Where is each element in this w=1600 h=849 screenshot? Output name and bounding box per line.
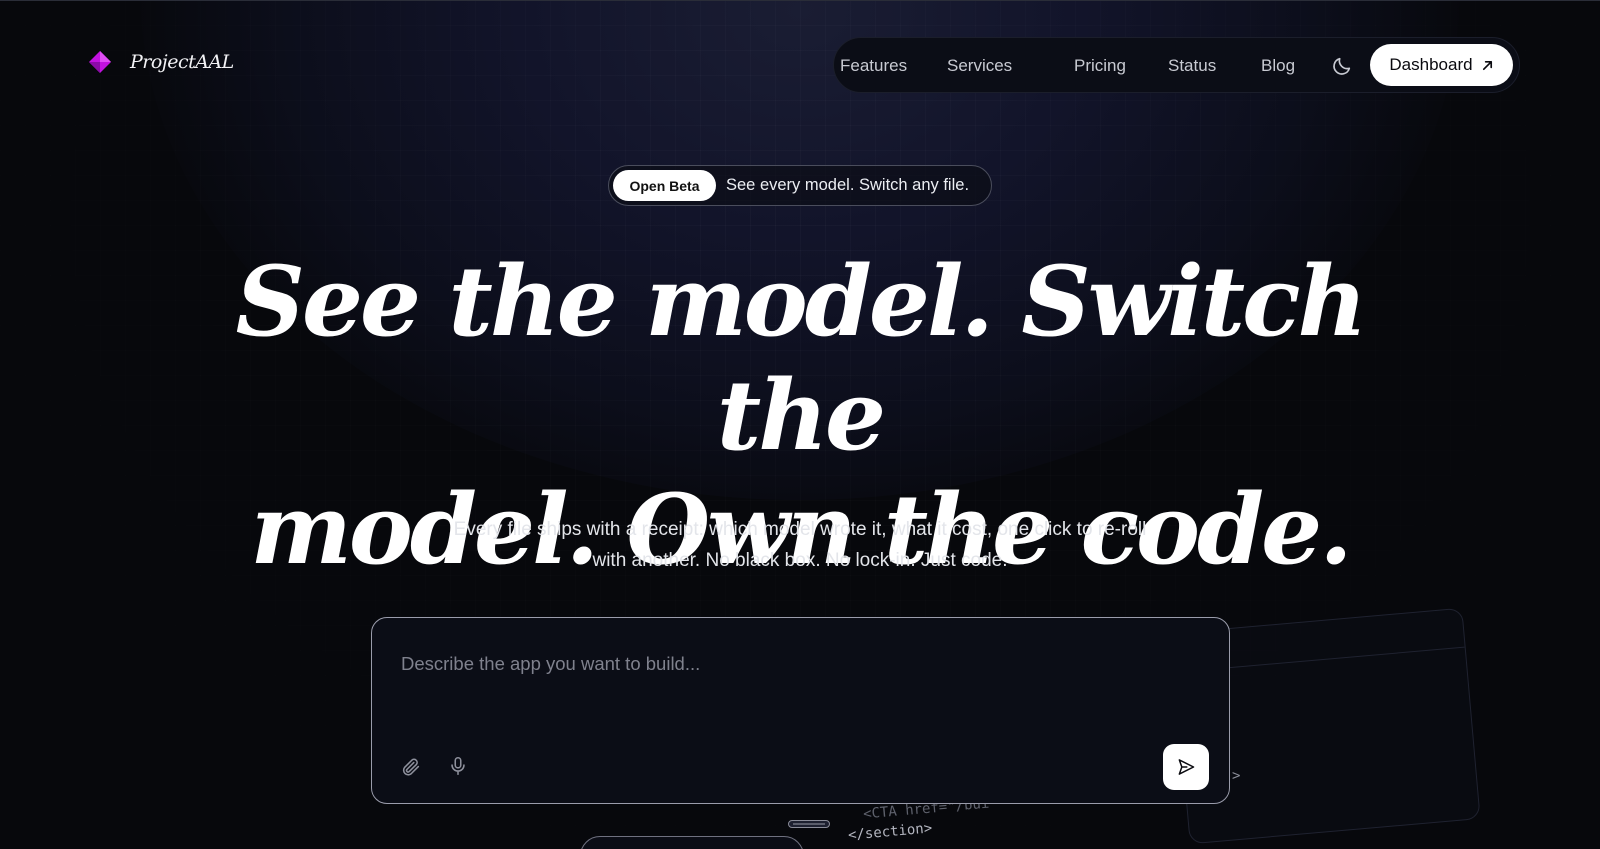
hero-line-1: See the model. Switch the bbox=[235, 245, 1368, 472]
prompt-box bbox=[371, 617, 1230, 804]
send-icon bbox=[1178, 759, 1195, 775]
subtitle-line-1: Every file ships with a receipt: which m… bbox=[453, 519, 1147, 540]
announcement-badge[interactable]: Open Beta See every model. Switch any fi… bbox=[608, 165, 992, 206]
send-button[interactable] bbox=[1163, 744, 1209, 790]
nav-link-pricing[interactable]: Pricing bbox=[1074, 56, 1126, 76]
prompt-input[interactable] bbox=[401, 644, 1181, 684]
beta-pill: Open Beta bbox=[613, 170, 716, 201]
badge-text: See every model. Switch any file. bbox=[726, 176, 970, 194]
top-nav: Features Services Pricing Status Blog Da… bbox=[833, 37, 1520, 93]
nav-link-blog[interactable]: Blog bbox=[1261, 56, 1295, 76]
nav-link-features[interactable]: Features bbox=[840, 56, 907, 76]
moon-icon[interactable] bbox=[1331, 55, 1353, 77]
bottom-pill-button[interactable] bbox=[580, 836, 804, 849]
diamond-logo-icon bbox=[89, 51, 111, 73]
code-fragment: > bbox=[1232, 768, 1241, 784]
subtitle-line-2: with another. No black box. No lock-in. … bbox=[592, 550, 1008, 571]
nav-link-services[interactable]: Services bbox=[947, 56, 1012, 76]
brand-name: ProjectAAL bbox=[130, 51, 234, 73]
paperclip-icon[interactable] bbox=[400, 756, 422, 778]
dashboard-button-label: Dashboard bbox=[1389, 55, 1473, 74]
microphone-icon[interactable] bbox=[447, 755, 469, 777]
nav-link-status[interactable]: Status bbox=[1168, 56, 1216, 76]
dashboard-button[interactable]: Dashboard bbox=[1370, 44, 1513, 86]
top-border bbox=[0, 0, 1600, 1]
arrow-up-right-icon bbox=[1482, 60, 1492, 70]
brand-logo[interactable]: ProjectAAL bbox=[88, 50, 234, 74]
hero-subtitle: Every file ships with a receipt: which m… bbox=[400, 514, 1200, 576]
scroll-handle[interactable] bbox=[788, 820, 830, 828]
